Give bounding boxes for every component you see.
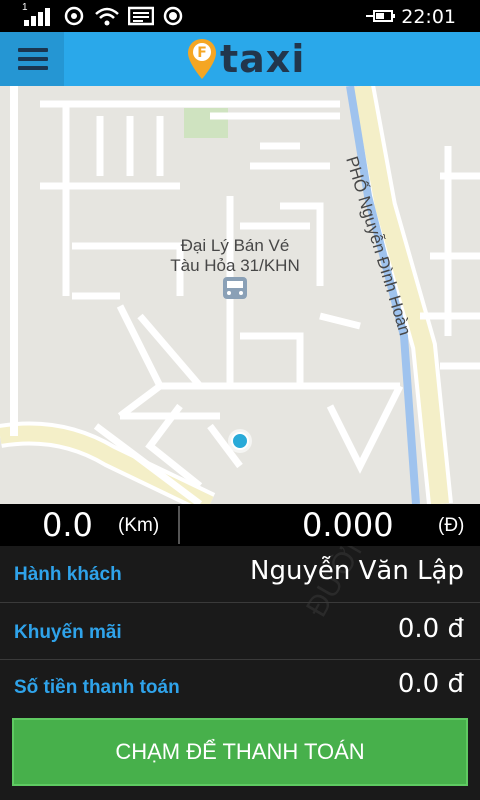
fare-value: 0.000 <box>302 506 394 544</box>
taxi-pin-icon: F <box>188 39 216 79</box>
poi-name-line1: Đại Lý Bán Vé <box>180 236 290 255</box>
map-view[interactable]: Đại Lý Bán Vé Tàu Hỏa 31/KHN PHỐ Nguyễn … <box>0 86 480 504</box>
status-time: 22:01 <box>401 6 456 28</box>
hamburger-menu-icon <box>18 48 48 52</box>
passenger-value: Nguyễn Văn Lập <box>250 556 464 586</box>
poi-name-line2: Tàu Hỏa 31/KHN <box>170 256 300 275</box>
passenger-row: Hành khách Nguyễn Văn Lập <box>0 546 480 603</box>
logo-text: taxi <box>220 37 306 81</box>
wifi-icon <box>95 7 119 26</box>
promo-value: 0.0 đ <box>397 614 464 644</box>
sync-icon <box>64 6 84 26</box>
payment-value: 0.0 đ <box>397 669 464 699</box>
promo-row: Khuyến mãi 0.0 đ <box>0 603 480 660</box>
passenger-label: Hành khách <box>14 564 122 585</box>
app-header: F taxi <box>0 32 480 86</box>
menu-button[interactable] <box>0 32 64 86</box>
current-location-dot <box>231 432 249 450</box>
pay-button[interactable]: CHẠM ĐỂ THANH TOÁN <box>12 718 468 786</box>
hamburger-line <box>18 66 48 70</box>
payment-label: Số tiền thanh toán <box>14 677 180 698</box>
message-icon <box>128 6 154 26</box>
battery-charging-icon <box>366 10 395 22</box>
promo-label: Khuyến mãi <box>14 622 122 643</box>
signal-label: 1 <box>22 2 28 13</box>
fare-unit: (Đ) <box>438 515 465 536</box>
meter-divider <box>178 506 180 544</box>
status-bar: 1 22:01 <box>0 0 480 32</box>
trip-meter: 0.0 (Km) 0.000 (Đ) <box>0 504 480 546</box>
poi-label[interactable]: Đại Lý Bán Vé Tàu Hỏa 31/KHN <box>140 236 330 276</box>
logo-badge: F <box>197 45 207 61</box>
distance-value: 0.0 <box>42 506 93 544</box>
hamburger-line <box>18 57 48 61</box>
location-icon <box>163 6 183 26</box>
train-icon <box>223 277 247 299</box>
payment-row: Số tiền thanh toán 0.0 đ <box>0 660 480 716</box>
map-canvas <box>0 86 480 504</box>
app-logo: F taxi <box>186 36 305 82</box>
distance-unit: (Km) <box>118 515 160 536</box>
